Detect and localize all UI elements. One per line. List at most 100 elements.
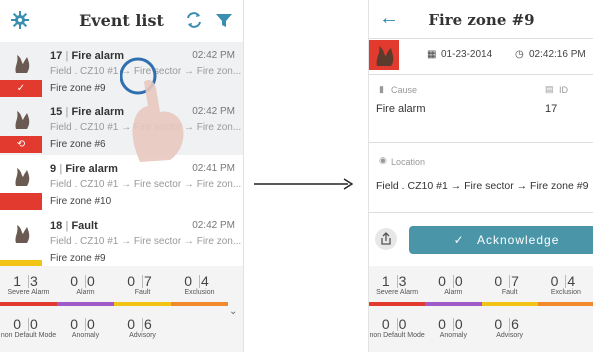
divider xyxy=(369,212,593,213)
check-icon: ✓ xyxy=(453,233,465,247)
event-id: 9 xyxy=(50,163,57,175)
event-row[interactable]: 18 | Fault 02:42 PM Field . CZ10 #1 → Fire… xyxy=(0,212,243,267)
event-time: 02:42 PM xyxy=(192,220,235,231)
summary-count: 06 xyxy=(494,316,525,332)
event-detail-screen: ← Fire zone #9 ▦ 01-23-2014 ◷ 02:42:16 P… xyxy=(368,0,593,352)
divider xyxy=(369,142,593,143)
fire-icon xyxy=(15,111,30,129)
divider xyxy=(369,74,593,75)
location-label: Location xyxy=(391,157,426,167)
location-value: Field . CZ10 #1 → Fire sector → Fire zon… xyxy=(376,180,589,192)
summary-count: 00 xyxy=(13,316,44,332)
share-button[interactable] xyxy=(375,228,397,250)
acknowledge-button[interactable]: ✓ Acknowledge xyxy=(409,226,593,254)
summary-cell[interactable]: 0 0 Alarm xyxy=(57,273,114,297)
summary-cell[interactable]: 0 0 non Default Mode xyxy=(0,316,57,340)
summary-count: 00 xyxy=(438,316,469,332)
summary-label: non Default Mode xyxy=(0,332,57,339)
summary-label: Alarm xyxy=(76,289,95,296)
summary-cell[interactable]: 0 0 Anomaly xyxy=(57,316,114,340)
event-row[interactable]: 9 | Fire alarm 02:41 PM Field . CZ10 #1 → … xyxy=(0,155,243,213)
touch-hand-illustration xyxy=(120,57,184,162)
summary-color-stripe xyxy=(537,302,593,306)
acknowledge-label: Acknowledge xyxy=(477,233,560,247)
event-status-mark: ⟲ xyxy=(0,136,42,153)
summary-count: 00 xyxy=(70,273,101,289)
event-time: 02:42 PM xyxy=(192,50,235,61)
event-status-mark: ✓ xyxy=(0,80,42,97)
id-label: ID xyxy=(559,85,568,95)
summary-color-stripe xyxy=(369,302,426,306)
fire-alarm-badge xyxy=(369,40,399,70)
filter-icon[interactable] xyxy=(214,10,234,30)
event-time: 02:41 PM xyxy=(192,163,235,174)
event-type: Fire alarm xyxy=(71,50,125,62)
summary-color-stripe xyxy=(425,302,482,306)
page-title: Event list xyxy=(79,11,164,30)
event-icon-cell xyxy=(0,212,42,266)
event-zone: Fire zone #9 xyxy=(50,83,106,94)
summary-count: 07 xyxy=(494,273,525,289)
refresh-icon[interactable] xyxy=(184,10,204,30)
summary-label: non Default Mode xyxy=(369,332,425,339)
event-title: 18 | Fault xyxy=(50,220,98,232)
chevron-down-icon[interactable]: ⌄ xyxy=(229,306,237,317)
event-path: Field . CZ10 #1 → Fire sector → Fire zon… xyxy=(50,236,242,247)
summary-label: Exclusion xyxy=(184,289,215,296)
summary-count: 07 xyxy=(127,273,158,289)
summary-cell[interactable]: 0 7 Fault xyxy=(482,273,538,297)
summary-cell[interactable]: 0 0 Alarm xyxy=(425,273,481,297)
detail-title: Fire zone #9 xyxy=(428,11,535,29)
summary-count: 00 xyxy=(438,273,469,289)
event-zone: Fire zone #6 xyxy=(50,139,106,150)
summary-cell[interactable]: 0 4 Exclusion xyxy=(538,273,593,297)
summary-color-stripe xyxy=(481,302,538,306)
summary-label: Severe Alarm xyxy=(376,289,419,296)
event-status-mark xyxy=(0,193,42,210)
location-pin-icon: ◉ xyxy=(379,155,387,165)
event-zone: Fire zone #9 xyxy=(50,253,106,261)
summary-cell[interactable]: 1 3 Severe Alarm xyxy=(369,273,425,297)
fire-icon xyxy=(15,55,30,73)
summary-cell[interactable]: 0 6 Advisory xyxy=(482,316,538,340)
event-icon-cell xyxy=(0,155,42,212)
summary-cell[interactable]: 0 6 Advisory xyxy=(114,316,171,340)
event-path: Field . CZ10 #1 → Fire sector → Fire zon… xyxy=(50,179,242,190)
summary-count: 04 xyxy=(550,273,582,289)
summary-label: Fault xyxy=(134,289,151,296)
event-type: Fire alarm xyxy=(71,106,125,118)
summary-label: Advisory xyxy=(496,332,524,339)
summary-color-stripe xyxy=(114,302,171,306)
id-value: 17 xyxy=(545,103,558,115)
summary-color-stripe xyxy=(171,302,228,306)
event-time: 02:42 PM xyxy=(192,106,235,117)
calendar-icon: ▦ xyxy=(427,49,437,60)
summary-cell[interactable]: 1 3 Severe Alarm xyxy=(0,273,57,297)
event-type: Fire alarm xyxy=(65,163,118,175)
event-time: 02:42:16 PM xyxy=(529,49,586,60)
summary-cell[interactable]: 0 7 Fault xyxy=(114,273,171,297)
summary-count: 00 xyxy=(70,316,101,332)
share-icon xyxy=(381,232,391,245)
summary-count: 13 xyxy=(13,273,44,289)
summary-label: Severe Alarm xyxy=(7,289,50,296)
event-id: 15 xyxy=(50,106,63,118)
event-zone: Fire zone #10 xyxy=(50,196,112,207)
summary-count: 04 xyxy=(184,273,215,289)
summary-cell[interactable]: 0 4 Exclusion xyxy=(171,273,228,297)
summary-label: Anomaly xyxy=(439,332,467,339)
summary-color-stripe xyxy=(57,302,114,306)
cause-value: Fire alarm xyxy=(376,103,426,115)
event-icon-cell: ⟲ xyxy=(0,98,42,155)
event-type: Fault xyxy=(71,220,98,232)
fire-icon xyxy=(376,46,394,66)
summary-cell[interactable]: 0 0 Anomaly xyxy=(425,316,481,340)
event-id: 17 xyxy=(50,50,63,62)
summary-count: 06 xyxy=(127,316,158,332)
event-title: 9 | Fire alarm xyxy=(50,163,118,175)
event-id: 18 xyxy=(50,220,63,232)
event-list-header: Event list xyxy=(0,0,243,43)
summary-cell[interactable]: 0 0 non Default Mode xyxy=(369,316,425,340)
fire-icon xyxy=(15,168,30,186)
clock-icon: ◷ xyxy=(515,49,524,60)
